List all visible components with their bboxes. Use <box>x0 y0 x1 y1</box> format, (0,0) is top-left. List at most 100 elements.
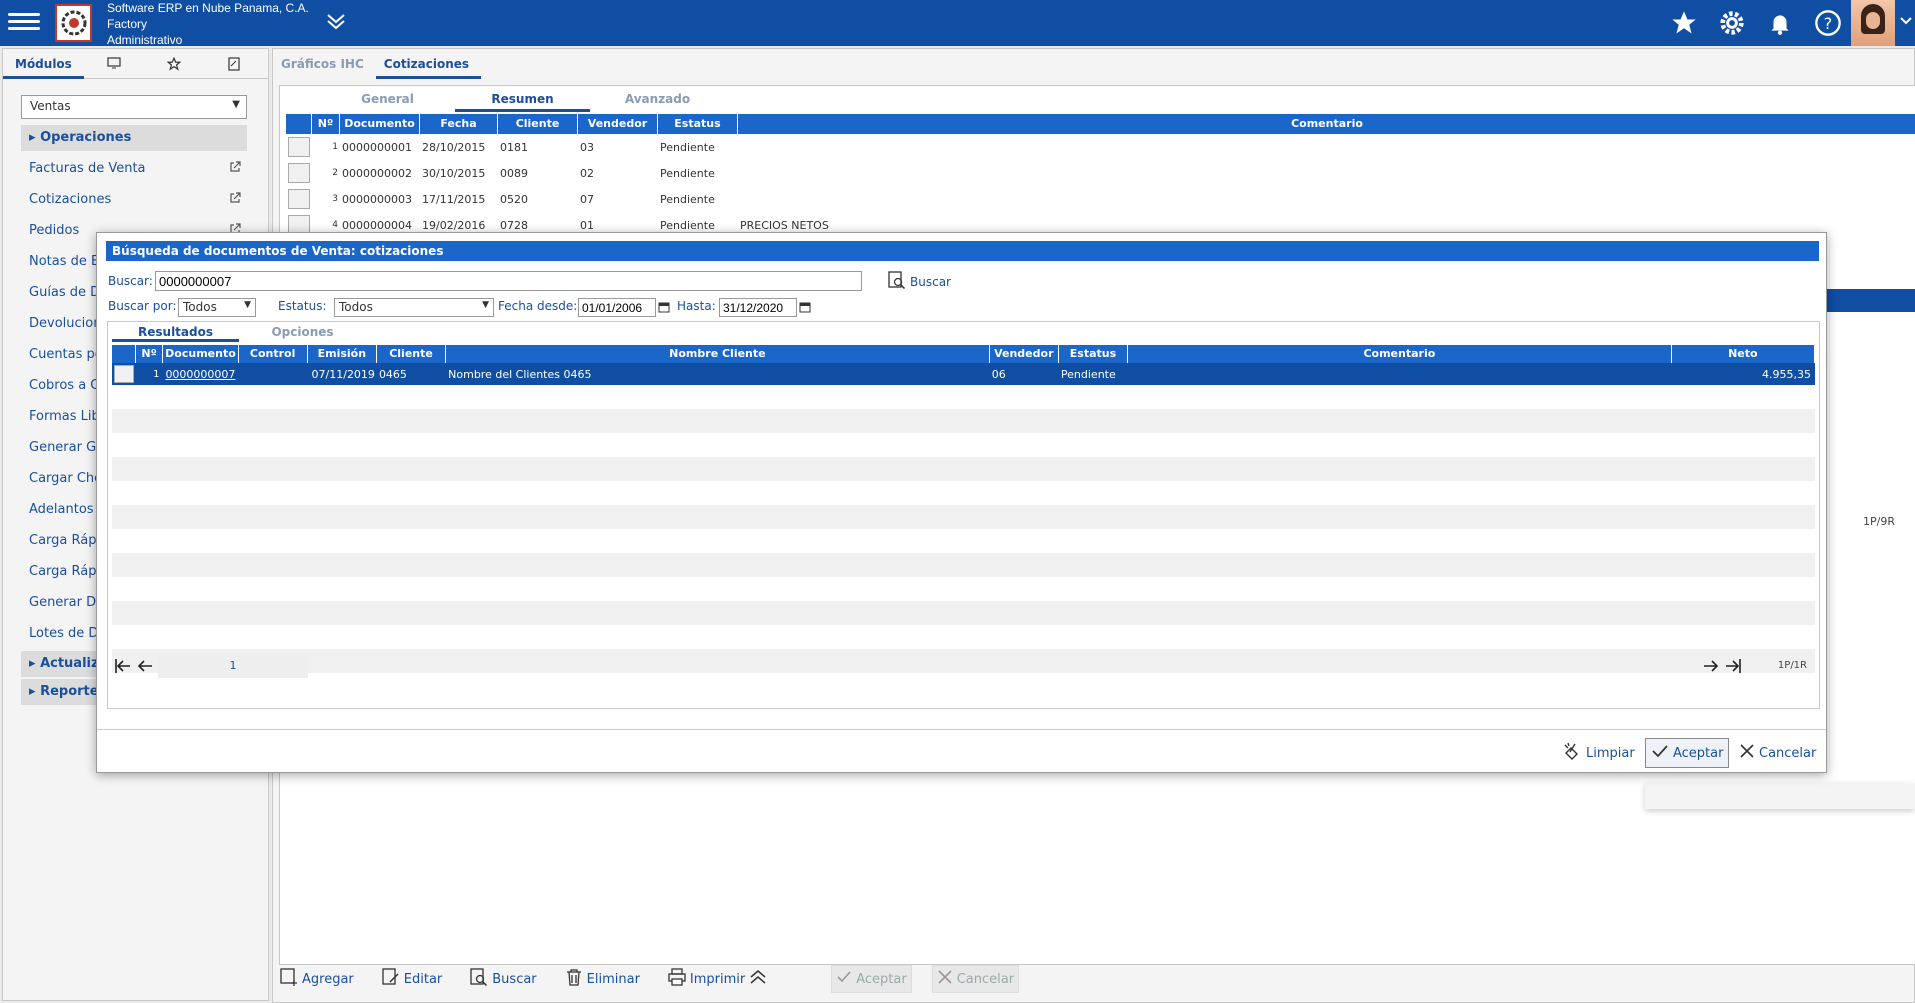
company-info: Software ERP en Nube Panama, C.A. Factor… <box>107 0 309 48</box>
next-page-icon[interactable] <box>1702 657 1720 678</box>
cancelar-button-disabled[interactable]: Cancelar <box>931 965 1020 993</box>
table-row[interactable]: 1 0000000001 28/10/2015 0181 03 Pendient… <box>286 134 1915 160</box>
tab-graficos[interactable]: Gráficos IHC <box>273 49 376 79</box>
check-icon <box>1651 742 1669 764</box>
row-checkbox[interactable] <box>113 365 134 383</box>
results-panel: Resultados Opciones Nº Documento Control… <box>107 321 1820 709</box>
star-outline-icon[interactable] <box>144 49 204 79</box>
double-chevron-up-icon[interactable] <box>749 968 767 990</box>
chevron-down-icon[interactable] <box>1899 14 1913 31</box>
header-select <box>286 114 312 134</box>
agregar-button[interactable]: Agregar <box>276 965 358 993</box>
top-bar: Software ERP en Nube Panama, C.A. Factor… <box>0 0 1915 48</box>
row-checkbox[interactable] <box>288 137 310 157</box>
external-link-icon[interactable] <box>229 161 241 177</box>
printer-icon <box>668 968 686 990</box>
tab-opciones[interactable]: Opciones <box>239 322 366 342</box>
limpiar-button[interactable]: Limpiar <box>1557 738 1640 768</box>
row-checkbox[interactable] <box>288 189 310 209</box>
sub-tabs: General Resumen Avanzado <box>320 86 725 112</box>
empty-row <box>112 385 1815 409</box>
hasta-input[interactable] <box>719 298 797 317</box>
buscar-label: Buscar: <box>108 274 153 288</box>
imprimir-button[interactable]: Imprimir <box>664 965 771 993</box>
dialog-tabs: Resultados Opciones <box>112 322 366 342</box>
selected-row-highlight <box>1822 289 1915 312</box>
estatus-label: Estatus: <box>278 299 327 313</box>
grid-header: Nº Documento Fecha Cliente Vendedor Esta… <box>286 114 1915 134</box>
header-comentario: Comentario <box>738 114 1915 134</box>
module-select[interactable]: Ventas ▼ <box>21 95 247 119</box>
trash-icon <box>565 968 583 990</box>
edit-icon <box>382 968 400 990</box>
aceptar-button[interactable]: Aceptar <box>1645 738 1730 768</box>
sidebar-tabs: Módulos <box>3 49 268 79</box>
external-link-icon[interactable] <box>229 192 241 208</box>
tab-general[interactable]: General <box>320 86 455 112</box>
avatar[interactable] <box>1851 0 1895 46</box>
tab-resultados[interactable]: Resultados <box>112 322 239 342</box>
table-row[interactable]: 1 0000000007 07/11/2019 0465 Nombre del … <box>112 363 1815 385</box>
buscar-por-select[interactable]: Todos ▼ <box>178 298 256 317</box>
module-select-value: Ventas <box>30 99 71 113</box>
buscar-button[interactable]: Buscar <box>466 965 540 993</box>
header-fecha: Fecha <box>420 114 498 134</box>
calendar-icon[interactable] <box>658 301 670 313</box>
empty-row <box>112 433 1815 457</box>
aceptar-button-disabled[interactable]: Aceptar <box>831 965 912 993</box>
caret-right-icon: ▸ <box>29 684 41 699</box>
section-operaciones[interactable]: ▸ Operaciones <box>21 125 247 151</box>
check-icon <box>836 969 852 989</box>
gear-icon[interactable] <box>1715 6 1749 40</box>
tab-resumen[interactable]: Resumen <box>455 86 590 112</box>
documents-grid: Nº Documento Fecha Cliente Vendedor Esta… <box>286 114 1915 238</box>
search-input[interactable] <box>155 271 862 291</box>
dialog-divider <box>97 729 1826 730</box>
empty-row <box>112 529 1815 553</box>
estatus-select[interactable]: Todos ▼ <box>334 298 494 317</box>
header-documento: Documento <box>340 114 420 134</box>
calendar-icon[interactable] <box>799 301 811 313</box>
company-name: Software ERP en Nube Panama, C.A. <box>107 1 309 15</box>
table-row[interactable]: 2 0000000002 30/10/2015 0089 02 Pendient… <box>286 160 1915 186</box>
broom-icon <box>1562 741 1582 765</box>
empty-row <box>112 457 1815 481</box>
clipboard-icon[interactable] <box>204 49 264 79</box>
monitor-icon[interactable] <box>84 49 144 79</box>
document-link[interactable]: 0000000007 <box>163 368 238 381</box>
bell-icon[interactable] <box>1763 6 1797 40</box>
header-emision: Emisión <box>308 345 377 363</box>
prev-page-icon[interactable] <box>136 657 154 678</box>
menu-icon[interactable] <box>8 9 40 35</box>
sidebar-item-cotizaciones[interactable]: Cotizaciones <box>29 192 247 207</box>
tab-modulos[interactable]: Módulos <box>3 49 84 79</box>
fecha-desde-input[interactable] <box>578 298 656 317</box>
cancelar-button[interactable]: Cancelar <box>1734 738 1821 768</box>
help-icon[interactable]: ? <box>1811 6 1845 40</box>
double-chevron-down-icon[interactable] <box>325 10 347 35</box>
row-checkbox[interactable] <box>288 163 310 183</box>
empty-row <box>112 481 1815 505</box>
header-n: Nº <box>136 345 164 363</box>
buscar-dialog-button[interactable]: Buscar <box>888 271 951 292</box>
search-icon <box>888 271 906 292</box>
add-icon <box>280 968 298 990</box>
eliminar-button[interactable]: Eliminar <box>561 965 644 993</box>
results-header: Nº Documento Control Emisión Cliente Nom… <box>112 345 1815 363</box>
first-page-icon[interactable] <box>114 657 132 678</box>
last-page-icon[interactable] <box>1724 657 1742 678</box>
editar-button[interactable]: Editar <box>378 965 447 993</box>
page-number[interactable]: 1 <box>158 654 308 678</box>
grid-pager-info: 1P/9R <box>1863 515 1895 528</box>
close-icon <box>937 969 953 989</box>
tab-cotizaciones[interactable]: Cotizaciones <box>375 49 482 79</box>
sidebar-item-facturas[interactable]: Facturas de Venta <box>29 161 247 176</box>
table-row[interactable]: 3 0000000003 17/11/2015 0520 07 Pendient… <box>286 186 1915 212</box>
star-icon[interactable] <box>1667 6 1701 40</box>
main-tabs: Gráficos IHC Cotizaciones <box>273 49 482 79</box>
tab-avanzado[interactable]: Avanzado <box>590 86 725 112</box>
header-estatus: Estatus <box>658 114 738 134</box>
search-dialog: Búsqueda de documentos de Venta: cotizac… <box>96 232 1827 773</box>
tooltip <box>1645 783 1915 809</box>
results-pager-info: 1P/1R <box>1777 660 1807 671</box>
